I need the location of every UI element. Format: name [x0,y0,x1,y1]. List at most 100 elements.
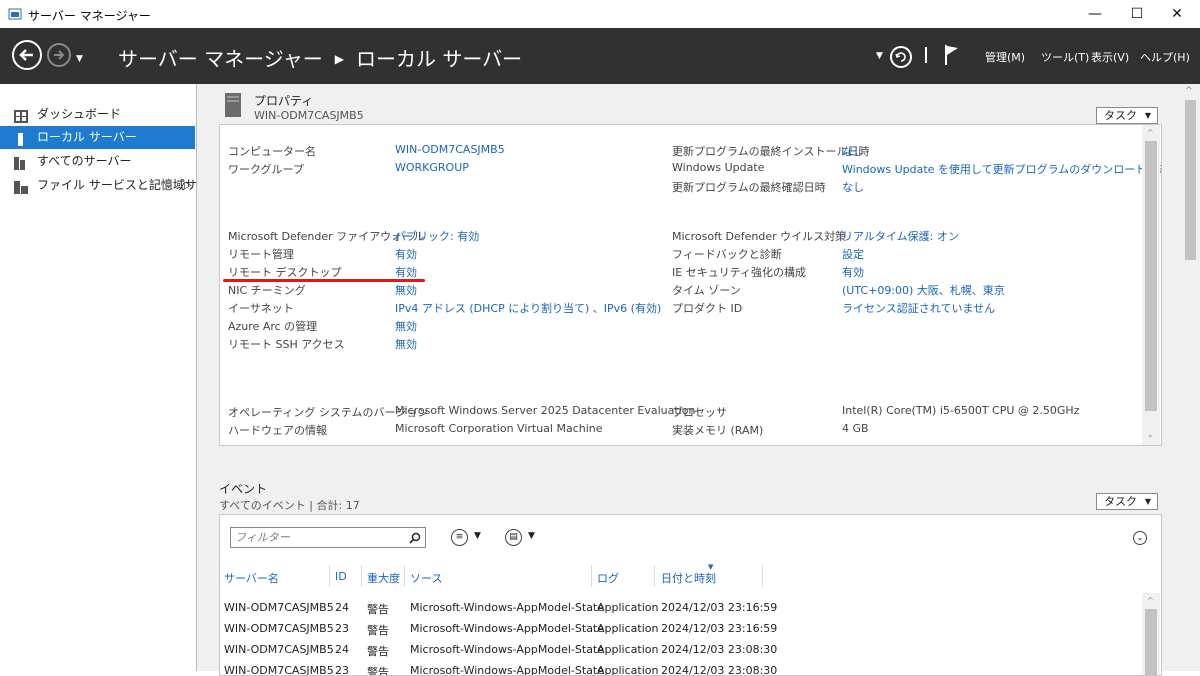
prop-label: ワークグループ [228,163,304,176]
table-row[interactable]: WIN-ODM7CASJMB5 24 警告 Microsoft-Windows-… [220,597,1140,618]
prop-label: IE セキュリティ強化の構成 [672,266,807,279]
menu-manage[interactable]: 管理(M) [985,49,1025,65]
expand-collapse-icon[interactable]: ⌄ [1133,531,1147,545]
properties-subtitle: WIN-ODM7CASJMB5 [254,109,364,122]
prop-value-link[interactable]: Windows Update を使用して更新プログラムのダウンロードのみを行う [842,161,1161,177]
expand-arrow-icon[interactable]: ▷ [184,174,192,197]
column-header-severity[interactable]: 重大度 [367,570,400,586]
cell-severity: 警告 [367,666,389,676]
prop-value-link[interactable]: IPv4 アドレス (DHCP により割り当て) 、IPv6 (有効) [395,300,661,316]
breadcrumb-current: ローカル サーバー [356,47,523,71]
prop-value-link[interactable]: 無効 [395,318,417,334]
column-header-id[interactable]: ID [335,570,347,583]
prop-value-link[interactable]: WIN-ODM7CASJMB5 [395,143,505,156]
refresh-icon[interactable] [890,46,912,68]
cell-severity: 警告 [367,603,389,616]
prop-label: 更新プログラムの最終確認日時 [672,181,826,194]
forward-button[interactable] [47,43,71,67]
column-header-server[interactable]: サーバー名 [224,570,279,586]
dashboard-icon [14,108,28,123]
back-button[interactable] [12,40,42,70]
properties-title: プロパティ [254,94,314,108]
menu-tools[interactable]: ツール(T) [1041,49,1089,65]
sidebar-item-label: すべてのサーバー [37,154,132,168]
refresh-dropdown-icon[interactable]: ▼ [876,51,883,61]
prop-value-remote-desktop[interactable]: 有効 [395,264,417,280]
notifications-flag-icon[interactable] [944,44,960,69]
cell-datetime: 2024/12/03 23:08:30 [661,664,778,676]
prop-value-link[interactable]: パブリック: 有効 [395,228,479,244]
scroll-down-icon[interactable]: ⌄ [1147,430,1154,439]
main-scrollbar[interactable]: ^ [1181,84,1200,671]
prop-value-link[interactable]: 無効 [395,336,417,352]
sidebar-item-local-server[interactable]: ローカル サーバー [0,126,195,149]
main-content: プロパティ WIN-ODM7CASJMB5 タスク ▼ コンピューター名 WIN… [197,84,1200,676]
prop-label: リモート SSH アクセス [228,338,345,351]
events-title: イベント [219,482,268,496]
column-divider [591,565,592,587]
table-row[interactable]: WIN-ODM7CASJMB5 23 警告 Microsoft-Windows-… [220,660,1140,676]
cell-datetime: 2024/12/03 23:08:30 [661,643,778,656]
sidebar-item-label: ファイル サービスと記憶域サ... [37,178,209,192]
prop-value: Microsoft Corporation Virtual Machine [395,422,603,435]
prop-value-link[interactable]: なし [842,179,864,195]
scroll-up-icon[interactable]: ^ [1147,596,1154,605]
column-divider [762,565,763,587]
close-button[interactable]: ✕ [1154,0,1200,28]
breadcrumb-root[interactable]: サーバー マネージャー [118,47,323,71]
events-tasks-button[interactable]: タスク ▼ [1096,493,1158,510]
events-scrollbar[interactable]: ^ [1142,593,1160,675]
column-divider [404,565,405,587]
cell-server: WIN-ODM7CASJMB5 [224,601,334,614]
scrollbar-thumb[interactable] [1185,100,1196,260]
menu-help[interactable]: ヘルプ(H) [1140,49,1190,65]
column-header-source[interactable]: ソース [410,570,442,586]
prop-value-link[interactable]: なし [842,143,864,159]
properties-panel: コンピューター名 WIN-ODM7CASJMB5 ワークグループ WORKGRO… [219,124,1162,446]
properties-scrollbar[interactable]: ^ ⌄ [1142,125,1160,445]
history-dropdown-icon[interactable]: ▼ [76,54,83,64]
prop-value-link[interactable]: リアルタイム保護: オン [842,228,959,244]
filter-input[interactable]: フィルター [230,527,426,548]
prop-value-link[interactable]: WORKGROUP [395,161,469,174]
menu-view[interactable]: 表示(V) [1091,49,1129,65]
scrollbar-thumb[interactable] [1145,141,1157,411]
cell-server: WIN-ODM7CASJMB5 [224,664,334,676]
chevron-down-icon[interactable]: ▼ [474,531,481,541]
prop-value-link[interactable]: 設定 [842,246,864,262]
save-query-icon[interactable]: ▤ [505,529,522,546]
prop-value-link[interactable]: 有効 [395,246,417,262]
cell-log: Application [597,601,659,614]
cell-log: Application [597,622,659,635]
sidebar-item-dashboard[interactable]: ダッシュボード [0,103,195,126]
sidebar: ダッシュボード ローカル サーバー すべてのサーバー ファイル サービスと記憶域… [0,84,208,671]
properties-tasks-button[interactable]: タスク ▼ [1096,107,1158,124]
sidebar-item-file-services[interactable]: ファイル サービスと記憶域サ... ▷ [0,174,208,197]
prop-label: NIC チーミング [228,284,306,297]
column-header-log[interactable]: ログ [597,570,619,586]
scrollbar-thumb[interactable] [1145,609,1157,675]
prop-value-link[interactable]: 有効 [842,264,864,280]
sidebar-item-all-servers[interactable]: すべてのサーバー [0,150,195,173]
prop-value-link[interactable]: ライセンス認証されていません [842,300,995,316]
cell-id: 23 [335,664,349,676]
all-servers-icon [14,155,28,170]
search-icon[interactable] [409,531,421,550]
table-row[interactable]: WIN-ODM7CASJMB5 24 警告 Microsoft-Windows-… [220,639,1140,660]
scroll-up-icon[interactable]: ^ [1185,86,1193,96]
header-bar: ▼ サーバー マネージャー ▶ ローカル サーバー ▼ 管理(M) ツール(T) 表… [0,28,1200,84]
prop-value-link[interactable]: 無効 [395,282,417,298]
cell-log: Application [597,643,659,656]
column-header-datetime[interactable]: 日付と時刻 [661,570,716,586]
cell-server: WIN-ODM7CASJMB5 [224,622,334,635]
table-row[interactable]: WIN-ODM7CASJMB5 23 警告 Microsoft-Windows-… [220,618,1140,639]
chevron-down-icon[interactable]: ▼ [528,531,535,541]
scroll-up-icon[interactable]: ^ [1147,128,1154,137]
prop-value: Intel(R) Core(TM) i5-6500T CPU @ 2.50GHz [842,404,1080,417]
list-options-icon[interactable]: ≡ [451,529,468,546]
minimize-button[interactable]: — [1072,0,1118,28]
prop-label: プロダクト ID [672,302,743,315]
tasks-label: タスク [1104,109,1137,122]
prop-label: 実装メモリ (RAM) [672,424,764,437]
prop-value-link[interactable]: (UTC+09:00) 大阪、札幌、東京 [842,282,1005,298]
